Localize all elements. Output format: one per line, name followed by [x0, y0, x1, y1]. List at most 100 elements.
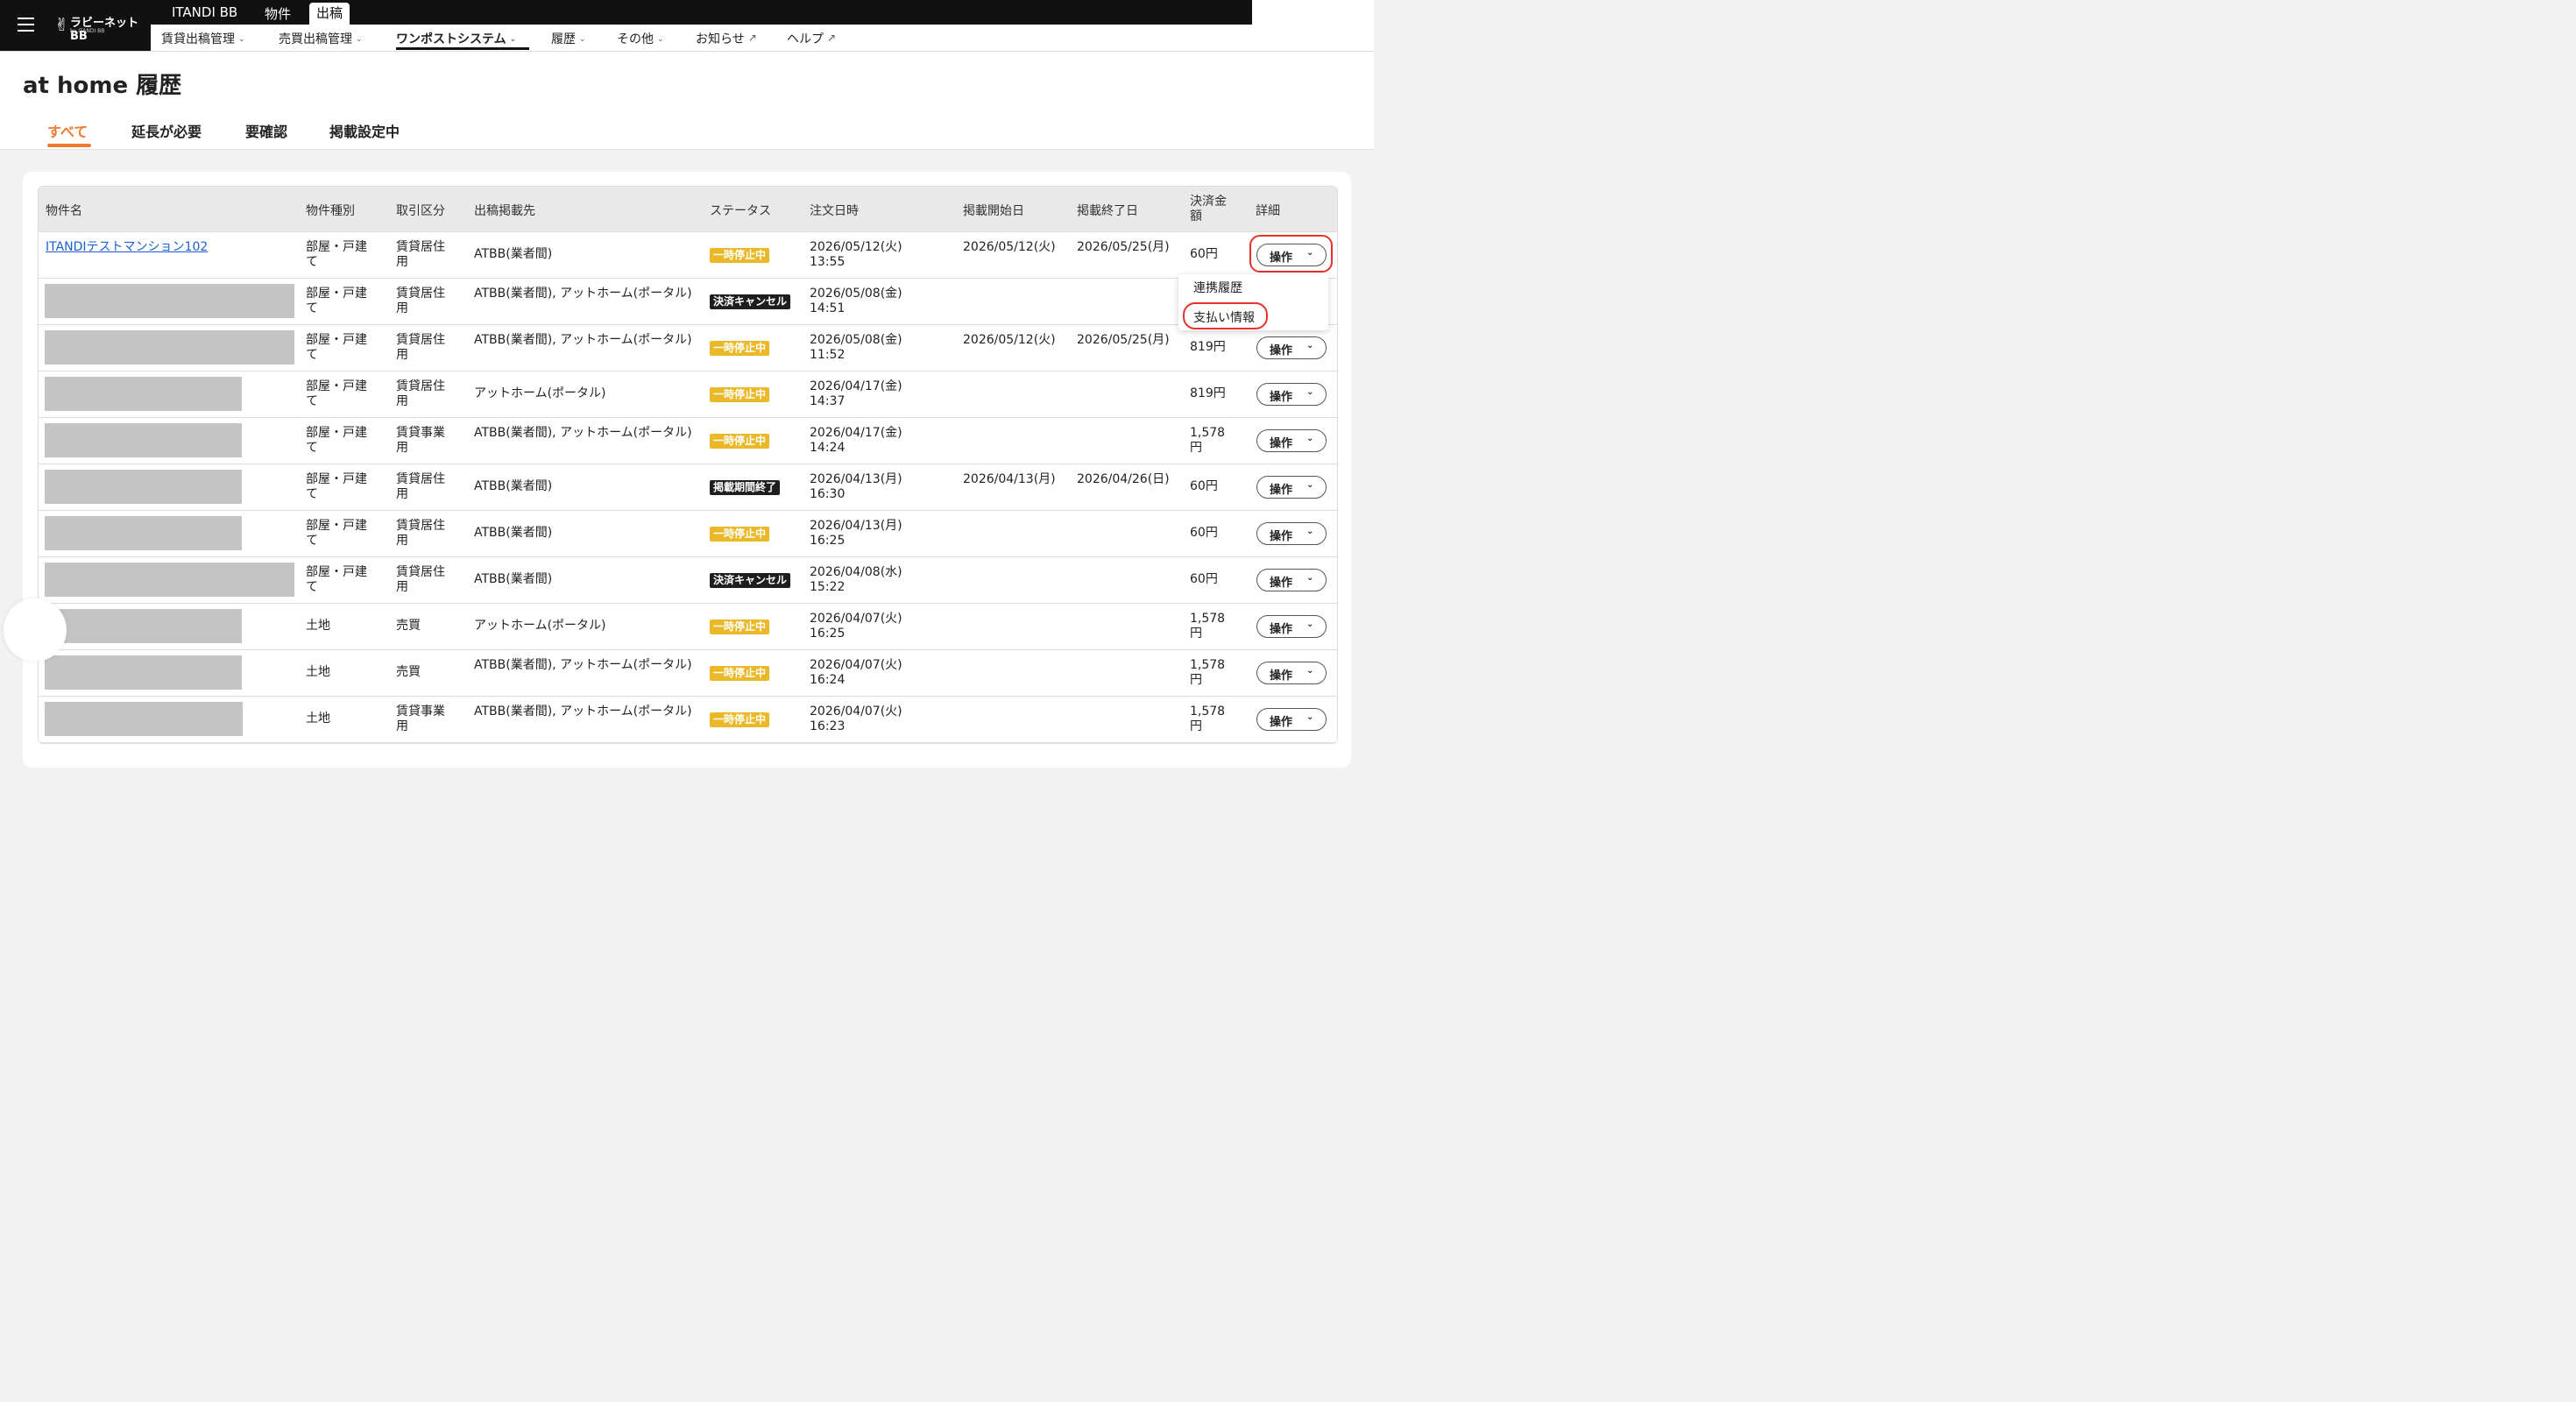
floating-widget[interactable]: [4, 598, 67, 662]
deal-type: 売買: [396, 665, 421, 679]
subnav-onepost-system[interactable]: ワンポストシステム ⌄: [396, 30, 516, 47]
tab-all[interactable]: すべて: [47, 120, 88, 141]
property-type: 部屋・戸建て: [306, 472, 367, 501]
deal-type: 賃貸居住用: [396, 287, 445, 315]
payment-amount: 60円: [1190, 572, 1218, 586]
column-header: 注文日時: [810, 204, 859, 218]
highlight-ring: [1249, 235, 1333, 273]
operation-button-label: 操作: [1270, 391, 1293, 404]
redacted-property-name: [45, 702, 243, 736]
menu-icon: [18, 18, 34, 19]
operation-button[interactable]: 操作 ⌄: [1256, 383, 1327, 406]
table-row: 土地 賃貸事業用 ATBB(業者間), アットホーム(ポータル) 一時停止中 2026/…: [39, 697, 1337, 743]
operation-button[interactable]: 操作 ⌄: [1256, 615, 1327, 638]
subnav-news[interactable]: お知らせ ↗: [696, 30, 757, 47]
listing-destination: ATBB(業者間), アットホーム(ポータル): [474, 658, 692, 672]
property-type: 部屋・戸建て: [306, 379, 367, 408]
column-header: ステータス: [710, 204, 771, 218]
property-type: 部屋・戸建て: [306, 240, 367, 269]
deal-type: 賃貸居住用: [396, 333, 445, 362]
deal-type: 賃貸居住用: [396, 379, 445, 408]
table-row: 部屋・戸建て 賃貸居住用 ATBB(業者間) 一時停止中 2026/04/13(月) 1…: [39, 511, 1337, 557]
history-card: 物件名 物件種別 取引区分 出稿掲載先 ステータス 注文日時 掲載開始日 掲載終…: [23, 172, 1351, 768]
product-nav: ITANDI BB 物件 出稿: [151, 0, 1252, 25]
external-link-icon: ↗: [747, 32, 757, 44]
product-tab-itandi-bb[interactable]: ITANDI BB: [172, 4, 237, 25]
listing-destination: ATBB(業者間), アットホーム(ポータル): [474, 333, 692, 347]
highlight-ring: [1183, 302, 1268, 329]
listing-end-date: 2026/04/26(日): [1077, 472, 1170, 486]
chevron-down-icon: ⌄: [1306, 666, 1314, 676]
column-header: 物件名: [46, 204, 82, 218]
payment-amount: 60円: [1190, 479, 1218, 493]
status-badge: 一時停止中: [710, 620, 770, 634]
tab-needs-extension[interactable]: 延長が必要: [131, 120, 202, 141]
tab-needs-review[interactable]: 要確認: [245, 120, 287, 141]
listing-destination: ATBB(業者間): [474, 572, 553, 586]
property-type: 部屋・戸建て: [306, 333, 367, 362]
operation-button-label: 操作: [1270, 484, 1293, 497]
table-row: 部屋・戸建て 賃貸居住用 ATBB(業者間) 掲載期間終了 2026/04/13(月) …: [39, 464, 1337, 511]
subnav-label: その他: [617, 32, 654, 46]
subnav-help[interactable]: ヘルプ ↗: [787, 30, 836, 47]
operation-button[interactable]: 操作 ⌄: [1256, 662, 1327, 684]
deal-type: 賃貸居住用: [396, 565, 445, 594]
table-row: 土地 売買 アットホーム(ポータル) 一時停止中 2026/04/07(火) 16:25…: [39, 604, 1337, 650]
brand-logo[interactable]: ✌ ラビーネットBB by ITANDI BB: [51, 0, 151, 51]
property-type: 部屋・戸建て: [306, 565, 367, 594]
listing-destination: アットホーム(ポータル): [474, 386, 606, 400]
redacted-property-name: [45, 423, 242, 457]
property-type: 土地: [306, 665, 330, 679]
header-right-area: [1252, 0, 1374, 51]
product-tab-listing[interactable]: 出稿: [309, 3, 350, 25]
deal-type: 賃貸居住用: [396, 472, 445, 501]
listing-end-date: 2026/05/25(月): [1077, 333, 1170, 347]
operation-button[interactable]: 操作 ⌄: [1256, 476, 1327, 499]
operation-button[interactable]: 操作 ⌄: [1256, 522, 1327, 545]
operation-button[interactable]: 操作 ⌄: [1256, 429, 1327, 452]
menu-icon-bar: [18, 24, 34, 25]
table-row: 部屋・戸建て 賃貸居住用 ATBB(業者間), アットホーム(ポータル) 一時停止中 2…: [39, 325, 1337, 372]
order-datetime: 2026/04/07(火) 16:25: [810, 612, 902, 641]
payment-amount: 1,578円: [1190, 705, 1226, 733]
subnav-history[interactable]: 履歴 ⌄: [551, 30, 586, 47]
order-datetime: 2026/04/17(金) 14:24: [810, 426, 902, 455]
tab-listing-setup[interactable]: 掲載設定中: [329, 120, 400, 141]
history-table: 物件名 物件種別 取引区分 出稿掲載先 ステータス 注文日時 掲載開始日 掲載終…: [38, 186, 1338, 744]
column-header: 詳細: [1256, 204, 1280, 218]
listing-destination: ATBB(業者間): [474, 247, 553, 261]
chevron-down-icon: ⌄: [1306, 341, 1314, 350]
page-title: at home 履歴: [23, 73, 182, 99]
listing-start-date: 2026/05/12(火): [963, 333, 1056, 347]
subnav-other[interactable]: その他 ⌄: [617, 30, 664, 47]
redacted-property-name: [45, 284, 294, 318]
operation-button[interactable]: 操作 ⌄: [1256, 569, 1327, 591]
payment-amount: 60円: [1190, 526, 1218, 540]
subnav-sale-listing[interactable]: 売買出稿管理 ⌄: [279, 30, 363, 47]
chevron-down-icon: ⌄: [509, 35, 517, 44]
redacted-property-name: [45, 470, 242, 504]
subnav-rental-listing[interactable]: 賃貸出稿管理 ⌄: [161, 30, 245, 47]
deal-type: 賃貸事業用: [396, 426, 445, 455]
operation-button[interactable]: 操作 ⌄: [1256, 708, 1327, 731]
table-header: 物件名 物件種別 取引区分 出稿掲載先 ステータス 注文日時 掲載開始日 掲載終…: [39, 187, 1337, 232]
product-tab-property[interactable]: 物件: [265, 4, 291, 25]
order-datetime: 2026/04/13(月) 16:30: [810, 472, 902, 501]
redacted-property-name: [45, 655, 242, 690]
redacted-property-name: [45, 609, 242, 643]
payment-amount: 60円: [1190, 247, 1218, 261]
chevron-down-icon: ⌄: [1306, 573, 1314, 583]
status-badge: 決済キャンセル: [710, 294, 791, 309]
table-row: ITANDIテストマンション102 部屋・戸建て 賃貸居住用 ATBB(業者間) 一時停…: [39, 232, 1337, 279]
table-row: 部屋・戸建て 賃貸居住用 ATBB(業者間), アットホーム(ポータル) 決済キャンセ…: [39, 279, 1337, 325]
menu-item-link-history[interactable]: 連携履歴: [1193, 279, 1242, 296]
hamburger-menu-button[interactable]: [0, 0, 51, 51]
page-header: at home 履歴 すべて 延長が必要 要確認 掲載設定中: [0, 52, 1374, 150]
property-name-link[interactable]: ITANDIテストマンション102: [46, 240, 212, 255]
operation-button-label: 操作: [1270, 669, 1293, 683]
operation-button[interactable]: 操作 ⌄: [1256, 336, 1327, 359]
property-type: 部屋・戸建て: [306, 287, 367, 315]
column-header: 決済金額: [1190, 195, 1227, 223]
payment-amount: 819円: [1190, 386, 1226, 400]
listing-destination: ATBB(業者間): [474, 526, 553, 540]
